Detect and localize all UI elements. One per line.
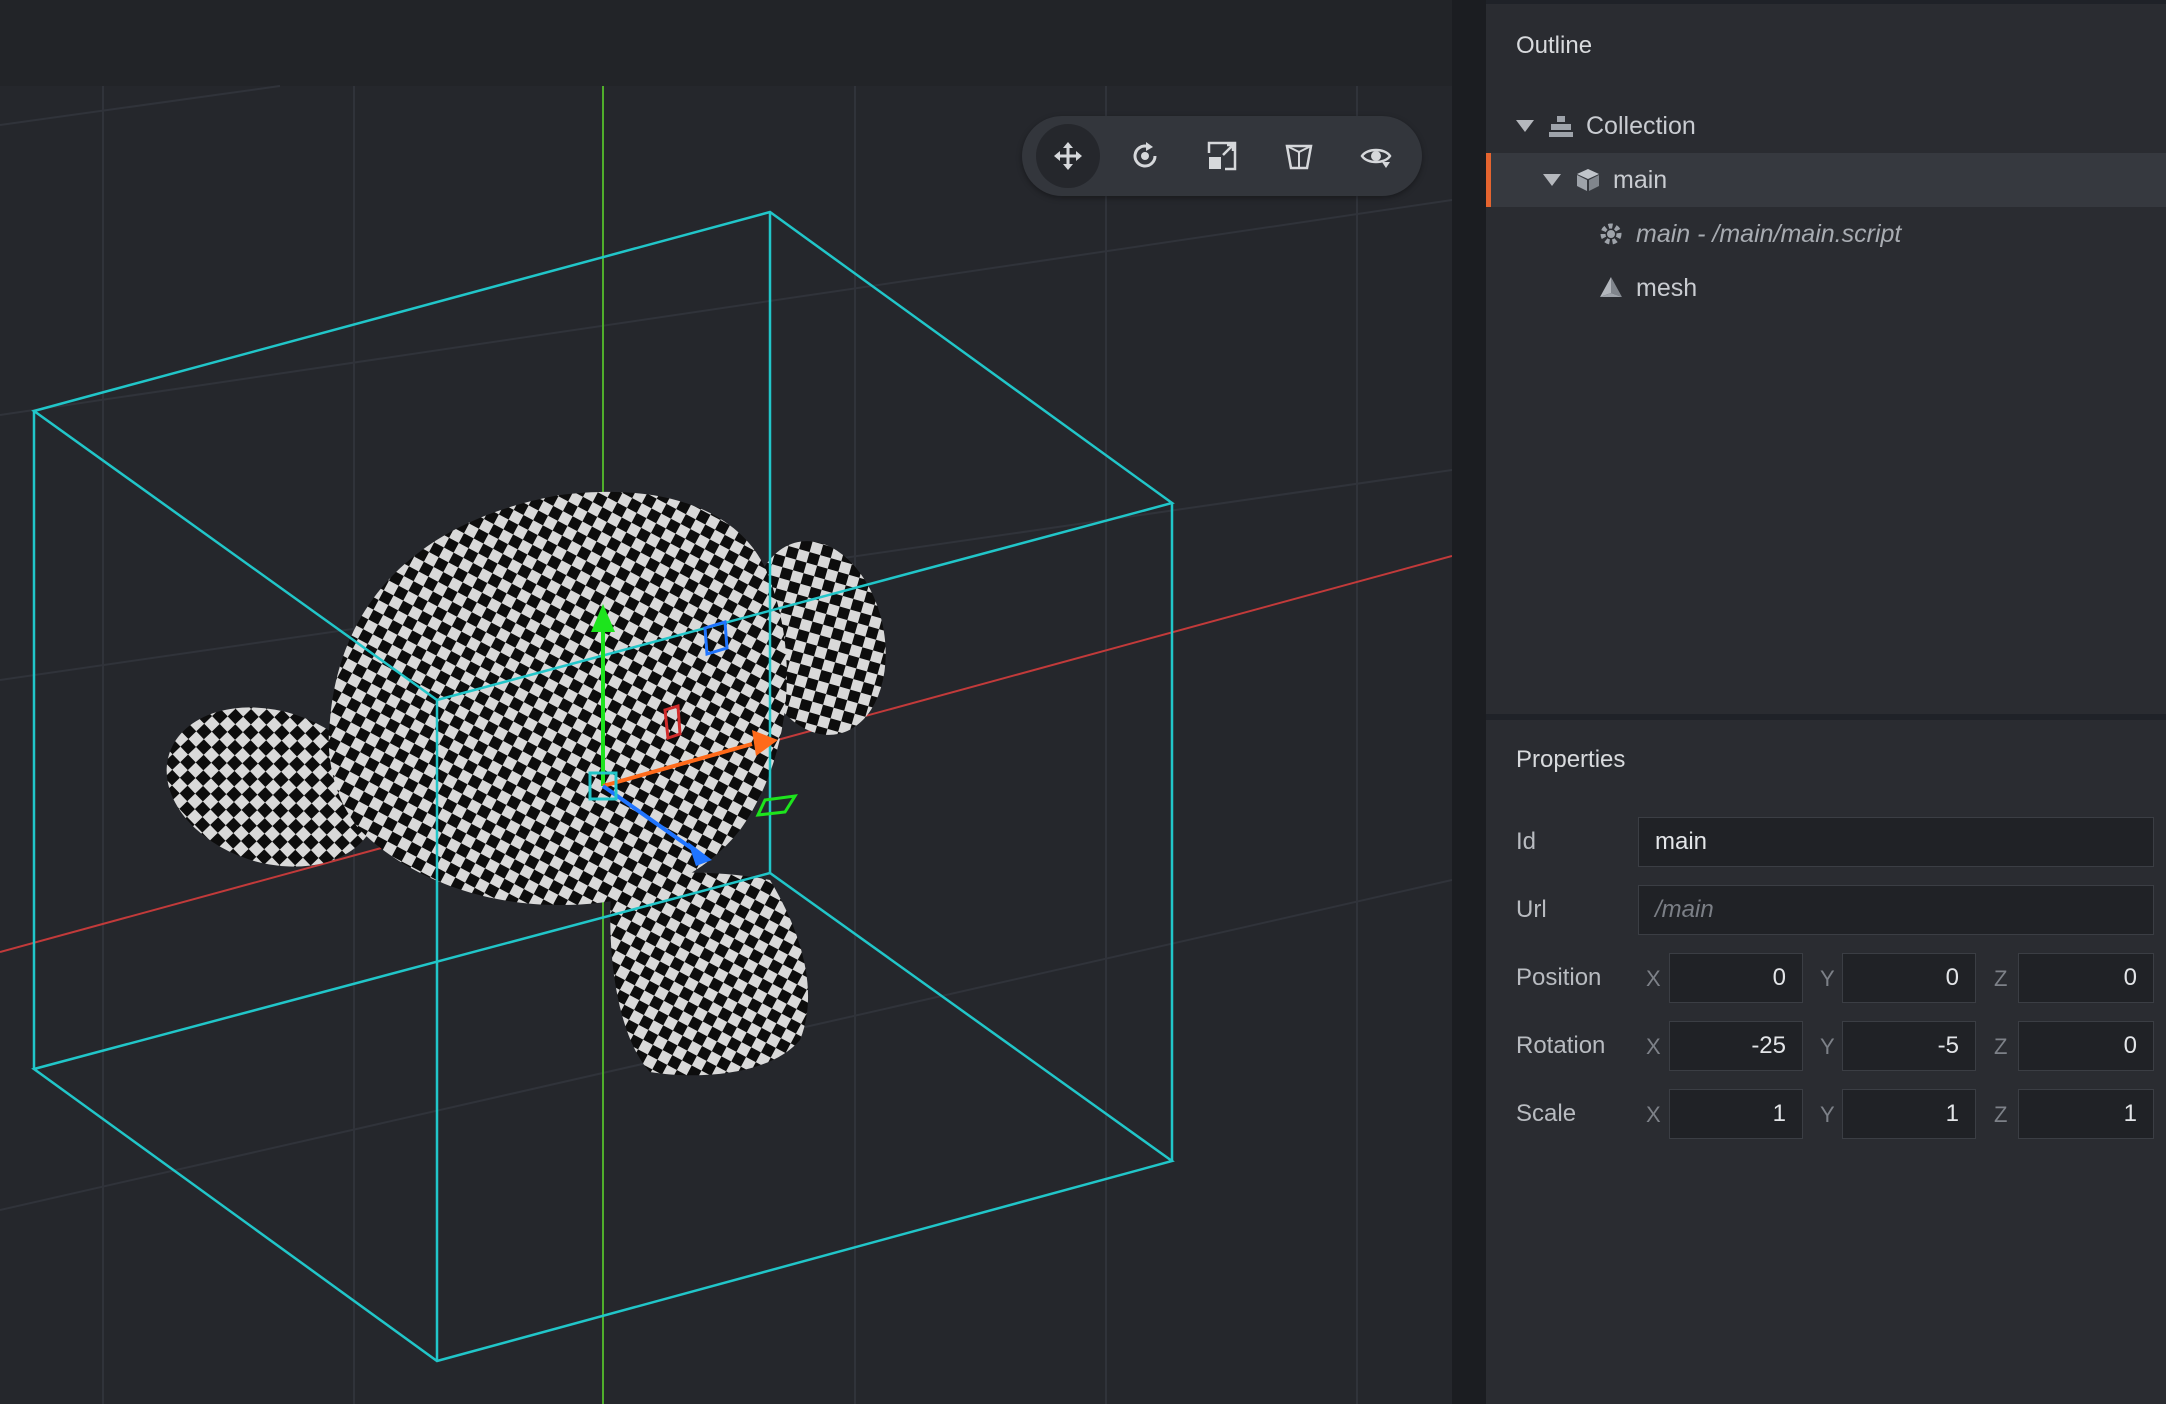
outline-item-collection[interactable]: Collection [1486,99,2166,153]
position-x-axis-label: X [1646,966,1661,991]
position-z-axis-label: Z [1994,966,2008,991]
panel-splitter[interactable] [1452,0,1486,1404]
position-label: Position [1516,964,1602,991]
scale-z-field[interactable]: 1 [2018,1089,2154,1139]
id-field[interactable]: main [1638,817,2154,867]
perspective-icon [1285,144,1313,170]
url-field: /main [1638,885,2154,935]
rotation-y-field[interactable]: -5 [1842,1021,1976,1071]
outline-item-label: mesh [1636,273,1698,302]
outline-item-label: Collection [1586,111,1696,140]
rotation-y-axis-label: Y [1820,1034,1835,1059]
url-label: Url [1516,896,1547,923]
rotation-z-field[interactable]: 0 [2018,1021,2154,1071]
collection-icon [1548,113,1574,139]
chevron-down-icon[interactable] [1543,174,1561,186]
game-object-icon [1575,167,1601,193]
properties-panel: Properties Id main Url /main Position X … [1486,720,2166,1404]
position-y-field[interactable]: 0 [1842,953,1976,1003]
position-y-axis-label: Y [1820,966,1835,991]
position-x-field[interactable]: 0 [1669,953,1803,1003]
monkey-mesh[interactable] [146,491,903,1076]
outline-item-main-script[interactable]: main - /main/main.script [1486,207,2166,261]
rotation-x-axis-label: X [1646,1034,1661,1059]
scene-viewport[interactable] [0,0,1452,1404]
scene-canvas[interactable] [0,0,1452,1404]
visibility-toggle-button[interactable] [1344,124,1408,188]
outline-item-mesh[interactable]: mesh [1486,261,2166,315]
outline-item-label: main [1613,165,1668,194]
rotation-x-field[interactable]: -25 [1669,1021,1803,1071]
perspective-camera-button[interactable] [1267,124,1331,188]
position-z-field[interactable]: 0 [2018,953,2154,1003]
scale-x-axis-label: X [1646,1102,1661,1127]
rotation-label: Rotation [1516,1032,1606,1059]
visibility-eye-icon [1360,148,1392,168]
outline-panel: Outline Collection main main - /main/mai… [1486,4,2166,714]
scale-y-field[interactable]: 1 [1842,1089,1976,1139]
rotate-icon [1133,142,1157,168]
mesh-icon [1598,275,1624,301]
move-tool-button[interactable] [1036,124,1101,188]
scale-y-axis-label: Y [1820,1102,1835,1127]
outline-title: Outline [1516,32,1593,59]
id-label: Id [1516,828,1537,855]
scale-label: Scale [1516,1100,1577,1127]
outline-item-label: main - /main/main.script [1636,219,1902,248]
outline-item-main[interactable]: main [1486,153,2166,207]
script-gear-icon [1598,221,1624,247]
rotate-tool-button[interactable] [1113,124,1177,188]
rotation-z-axis-label: Z [1994,1034,2008,1059]
chevron-down-icon[interactable] [1516,120,1534,132]
properties-title: Properties [1516,746,1626,773]
scale-x-field[interactable]: 1 [1669,1089,1803,1139]
scale-tool-button[interactable] [1190,124,1254,188]
scale-z-axis-label: Z [1994,1102,2008,1127]
move-icon [1054,142,1083,170]
scene-tool-bar [1022,116,1422,196]
scale-icon [1207,141,1237,171]
